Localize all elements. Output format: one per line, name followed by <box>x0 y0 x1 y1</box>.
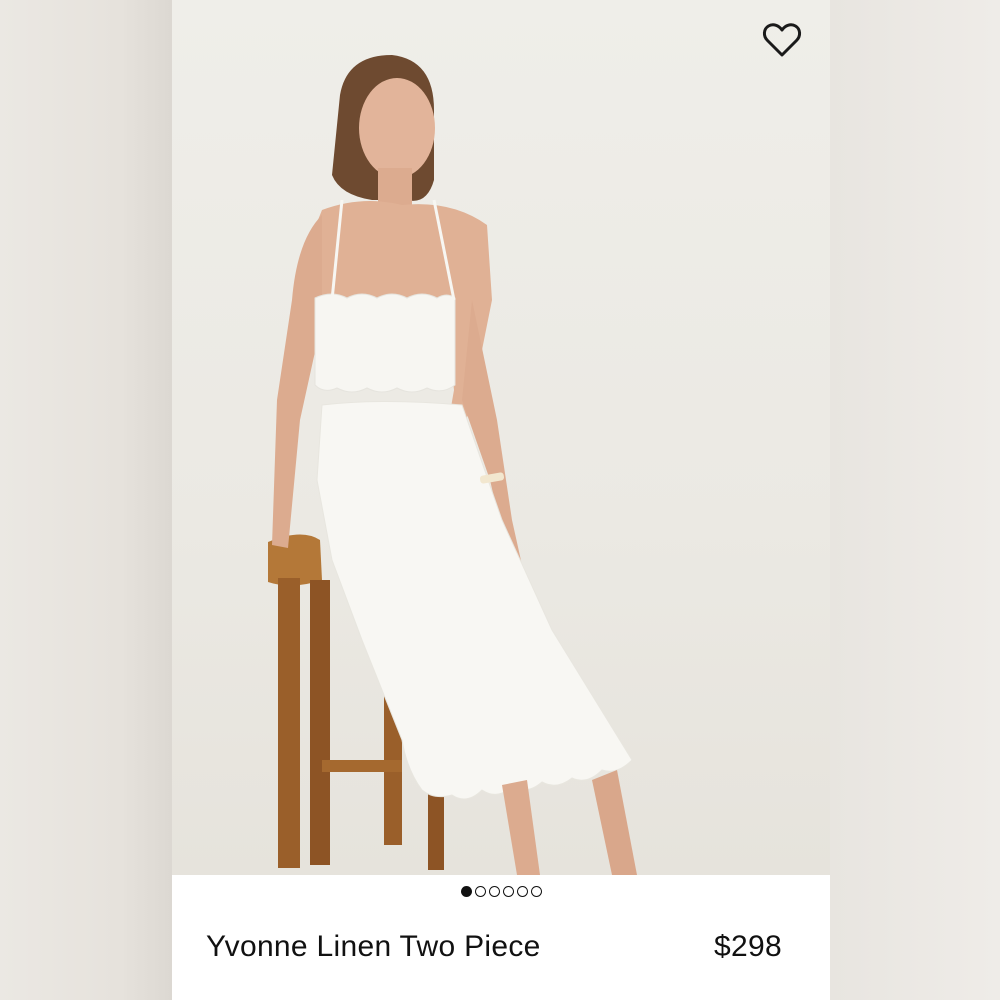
heart-outline-icon <box>762 23 802 57</box>
carousel-dot[interactable] <box>502 886 514 897</box>
carousel-dot[interactable] <box>516 886 528 897</box>
carousel-dot[interactable] <box>530 886 542 897</box>
product-card[interactable]: Yvonne Linen Two Piece $298 <box>172 0 830 1000</box>
carousel-dot[interactable] <box>488 886 500 897</box>
backdrop-left <box>0 0 172 1000</box>
product-title[interactable]: Yvonne Linen Two Piece <box>206 930 541 964</box>
favorite-button[interactable] <box>762 22 806 66</box>
product-image[interactable] <box>172 0 830 875</box>
backdrop-right <box>830 0 1000 1000</box>
carousel-dot[interactable] <box>460 886 472 897</box>
model-illustration <box>268 55 637 875</box>
carousel-indicator <box>172 886 830 897</box>
carousel-dot[interactable] <box>474 886 486 897</box>
product-price: $298 <box>714 930 782 963</box>
